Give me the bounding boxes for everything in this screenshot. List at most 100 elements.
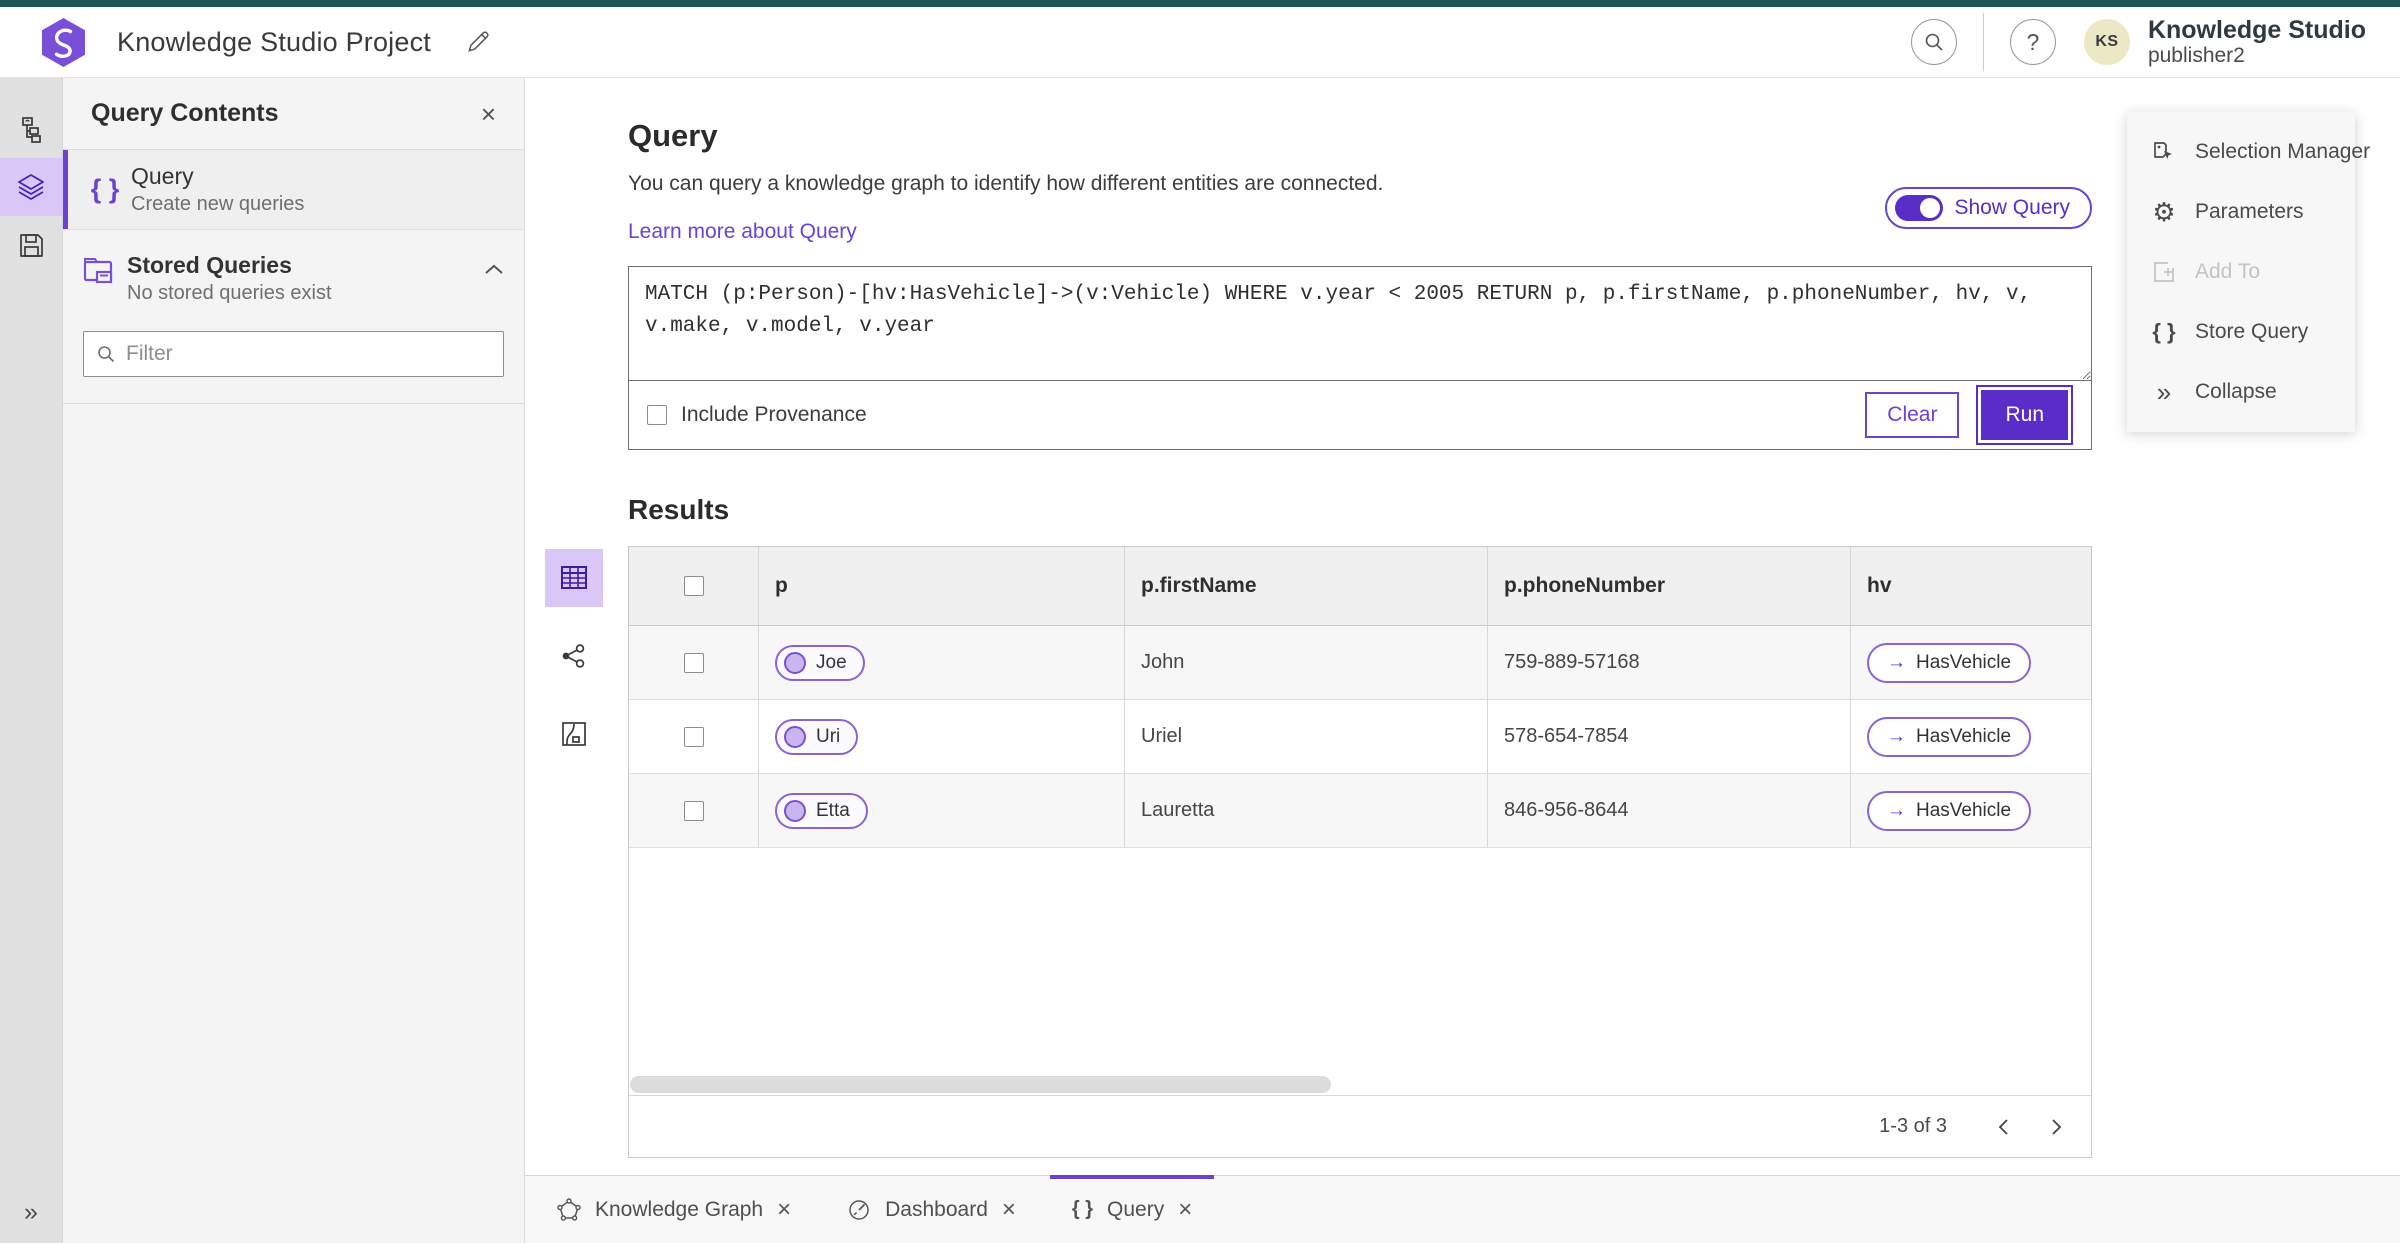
node-chip[interactable]: Joe [775, 644, 865, 681]
show-query-label: Show Query [1954, 196, 2070, 219]
query-item-title: Query [131, 163, 194, 189]
tab-query[interactable]: { } Query × [1044, 1175, 1220, 1243]
include-provenance-checkbox[interactable] [647, 405, 667, 425]
tool-label: Collapse [2195, 380, 2277, 403]
cell-firstname: Uriel [1141, 725, 1183, 747]
chart-view-button[interactable] [545, 705, 603, 763]
chevron-up-icon [485, 264, 503, 274]
table-row: Uri Uriel 578-654-7854 → HasVehicle [629, 700, 2091, 774]
table-empty-area [629, 848, 2091, 1073]
parameters-item[interactable]: ⚙ Parameters [2127, 182, 2355, 242]
show-query-toggle[interactable]: Show Query [1885, 187, 2092, 229]
tab-label: Dashboard [885, 1197, 988, 1221]
edge-chip[interactable]: → HasVehicle [1867, 642, 2032, 683]
table-view-button[interactable] [545, 549, 603, 607]
collapse-section-button[interactable] [484, 252, 504, 280]
query-editor: MATCH (p:Person)-[hv:HasVehicle]->(v:Veh… [628, 266, 2092, 450]
scrollbar-thumb[interactable] [630, 1075, 1331, 1093]
braces-icon: { } [1071, 1198, 1094, 1220]
close-tab-icon[interactable]: × [1002, 1197, 1016, 1222]
store-query-item[interactable]: { } Store Query [2127, 302, 2355, 362]
tab-label: Query [1107, 1197, 1165, 1221]
previous-page-button[interactable] [1985, 1108, 2023, 1146]
cell-firstname: John [1141, 651, 1185, 673]
row-checkbox[interactable] [683, 726, 704, 747]
table-icon [561, 566, 587, 589]
query-tools-panel: Selection Manager ⚙ Parameters Add To { … [2127, 112, 2370, 432]
stored-queries-subtitle: No stored queries exist [127, 282, 332, 304]
header-divider [1982, 13, 1984, 71]
filter-field [83, 331, 504, 377]
query-text-input[interactable]: MATCH (p:Person)-[hv:HasVehicle]->(v:Veh… [629, 267, 2091, 381]
rail-model-button[interactable] [0, 100, 63, 158]
horizontal-scrollbar [629, 1073, 2091, 1095]
edit-title-pencil-icon[interactable] [465, 29, 491, 55]
row-checkbox[interactable] [683, 652, 704, 673]
expand-rail-button[interactable]: » [24, 1198, 38, 1227]
user-name: publisher2 [2147, 44, 2245, 68]
query-page-title: Query [628, 118, 718, 153]
tool-label: Parameters [2195, 200, 2304, 223]
select-all-checkbox[interactable] [683, 576, 704, 596]
filter-search-icon [98, 346, 115, 363]
close-tab-icon[interactable]: × [777, 1197, 791, 1222]
filter-input[interactable] [126, 342, 491, 366]
close-panel-icon[interactable]: × [481, 101, 496, 127]
node-chip[interactable]: Uri [775, 718, 859, 755]
tool-label: Store Query [2195, 320, 2309, 343]
tool-label: Selection Manager [2195, 140, 2371, 163]
page-title: Knowledge Studio Project [117, 26, 431, 57]
row-checkbox[interactable] [683, 800, 704, 821]
learn-more-link[interactable]: Learn more about Query [628, 220, 857, 244]
query-editor-footer: Include Provenance Clear Run [629, 381, 2091, 449]
product-name: Knowledge Studio [2147, 16, 2366, 45]
dashboard-gauge-icon [849, 1199, 869, 1220]
tab-dashboard[interactable]: Dashboard × [819, 1176, 1044, 1243]
search-button[interactable] [1910, 19, 1957, 65]
arrow-right-icon: → [1887, 800, 1906, 821]
chevron-left-icon [1998, 1118, 2008, 1135]
graph-view-button[interactable] [545, 627, 603, 685]
rail-save-button[interactable] [0, 216, 63, 274]
cell-firstname: Lauretta [1141, 799, 1215, 821]
question-mark-icon: ? [2026, 28, 2040, 55]
arrow-right-icon: → [1887, 652, 1906, 673]
clear-button[interactable]: Clear [1865, 392, 1960, 438]
user-info: Knowledge Studio publisher2 [2148, 16, 2366, 68]
next-page-button[interactable] [2037, 1108, 2075, 1146]
edge-chip[interactable]: → HasVehicle [1867, 716, 2032, 757]
node-dot-icon [784, 725, 806, 748]
knowledge-studio-logo-icon [42, 18, 85, 67]
close-tab-icon[interactable]: × [1178, 1197, 1192, 1222]
tab-knowledge-graph[interactable]: Knowledge Graph × [529, 1176, 819, 1243]
gear-icon: ⚙ [2152, 197, 2176, 227]
result-view-toggles [545, 546, 628, 1158]
header-right-cluster: ? KS Knowledge Studio publisher2 [1910, 13, 2366, 71]
help-button[interactable]: ? [2009, 19, 2056, 65]
stored-queries-header[interactable]: Stored Queries No stored queries exist [83, 252, 504, 305]
stored-queries-folder-icon [83, 258, 113, 284]
avatar[interactable]: KS [2083, 19, 2130, 65]
selection-manager-item[interactable]: Selection Manager [2127, 122, 2370, 182]
tab-label: Knowledge Graph [595, 1197, 764, 1221]
cell-phonenumber: 846-956-8644 [1504, 799, 1629, 821]
layers-icon [18, 174, 44, 200]
add-to-item: Add To [2127, 242, 2355, 302]
run-button[interactable]: Run [1981, 390, 2068, 440]
query-page: Query You can query a knowledge graph to… [525, 78, 2400, 1175]
node-chip[interactable]: Etta [775, 792, 868, 829]
toggle-track [1895, 195, 1944, 221]
app-window: Knowledge Studio Project ? KS Knowledge … [0, 0, 2400, 1243]
table-row: Etta Lauretta 846-956-8644 → HasVehicle [629, 774, 2091, 848]
column-header: p.phoneNumber [1504, 574, 1665, 597]
cell-phonenumber: 759-889-57168 [1504, 651, 1640, 673]
selected-accent-bar [63, 150, 68, 229]
include-provenance-label: Include Provenance [681, 403, 867, 426]
edge-chip[interactable]: → HasVehicle [1867, 790, 2032, 831]
query-item[interactable]: { } Query Create new queries [63, 150, 524, 230]
query-contents-panel: Query Contents × { } Query Create new qu… [63, 78, 525, 1243]
table-header-row: p p.firstName p.phoneNumber hv [629, 547, 2091, 626]
collapse-panel-item[interactable]: » Collapse [2127, 362, 2355, 422]
tool-label: Add To [2195, 260, 2260, 283]
rail-query-layers-button[interactable] [0, 158, 63, 216]
